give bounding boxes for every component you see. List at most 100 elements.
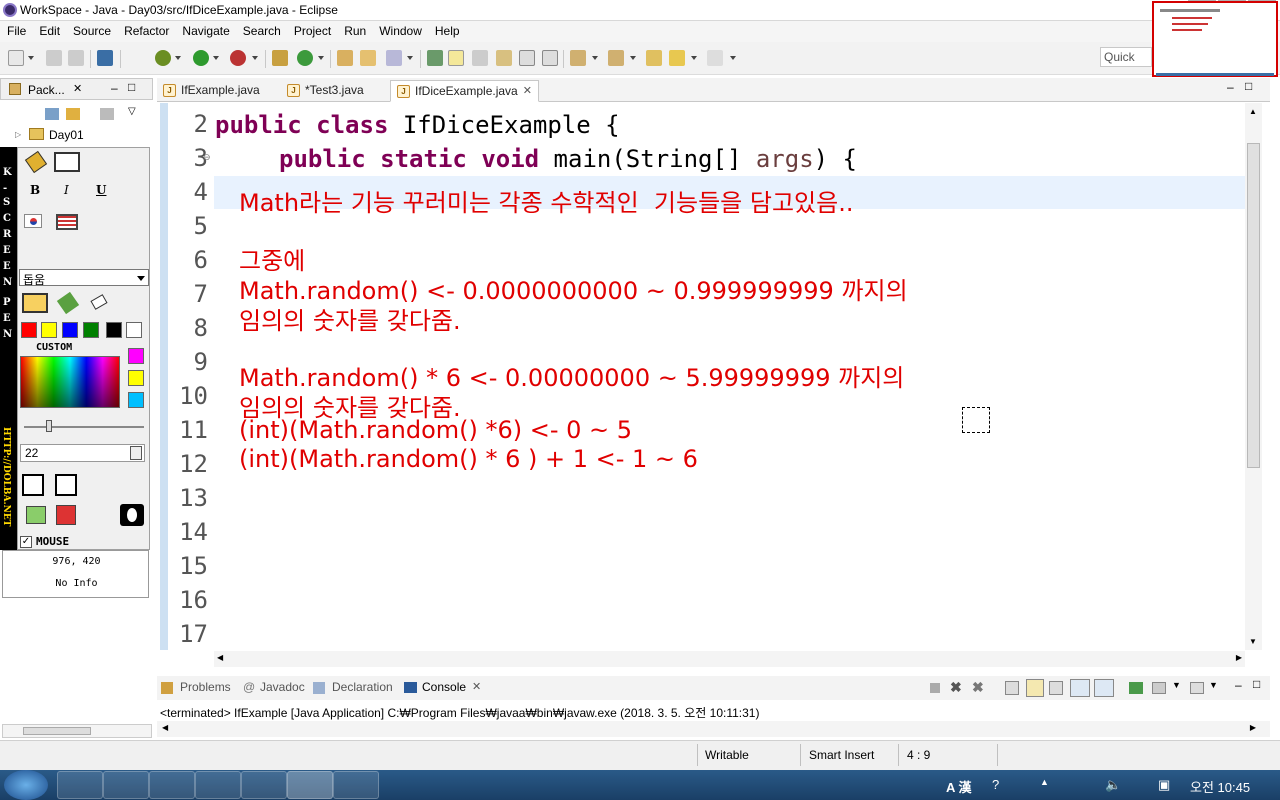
- back-arrow-icon[interactable]: [669, 50, 685, 66]
- next-annotation-icon[interactable]: [570, 50, 586, 66]
- chevron-down-icon[interactable]: [691, 56, 697, 60]
- collapse-all-icon[interactable]: [45, 108, 59, 120]
- stepper-icon[interactable]: [130, 446, 142, 460]
- editor-minimize-icon[interactable]: –: [1227, 80, 1234, 94]
- ime-indicator[interactable]: A 漢: [946, 777, 972, 796]
- editor-vscroll-thumb[interactable]: [1247, 143, 1260, 468]
- custom-magenta-swatch[interactable]: [128, 348, 144, 364]
- color-green-swatch[interactable]: [83, 322, 99, 338]
- chevron-down-icon[interactable]: ▼: [1209, 680, 1218, 690]
- tab-close-icon[interactable]: ✕: [523, 84, 532, 97]
- block-selection-icon[interactable]: [496, 50, 512, 66]
- color-black-swatch[interactable]: [106, 322, 122, 338]
- help-icon[interactable]: ?: [992, 777, 999, 792]
- tab-close-icon[interactable]: ✕: [472, 680, 481, 693]
- size-slider-thumb[interactable]: [46, 420, 52, 432]
- menu-navigate[interactable]: Navigate: [175, 21, 235, 38]
- kspen-taskbar-icon[interactable]: [241, 771, 287, 799]
- code-editor[interactable]: 2 3 4 5 6 7 8 9 10 11 12 13 14 15 16 17 …: [157, 103, 1270, 668]
- fold-collapse-icon[interactable]: ⊖: [203, 152, 211, 163]
- run-icon[interactable]: [193, 50, 209, 66]
- mark-occurrences-icon[interactable]: [472, 50, 488, 66]
- terminate-icon[interactable]: [930, 683, 940, 693]
- tab-console[interactable]: Console: [422, 680, 466, 694]
- toggle-screen-icon[interactable]: [120, 504, 144, 526]
- powerpoint-icon[interactable]: [333, 771, 379, 799]
- tab-ifexample[interactable]: J IfExample.java: [157, 80, 279, 102]
- help-select[interactable]: 돕움: [19, 269, 149, 287]
- open-folder-icon[interactable]: [360, 50, 376, 66]
- scroll-right-icon[interactable]: ▶: [1236, 653, 1242, 662]
- view-menu-icon[interactable]: ▽: [128, 106, 136, 117]
- terminal-icon[interactable]: [97, 50, 113, 66]
- chevron-down-icon[interactable]: [28, 56, 34, 60]
- speaker-icon[interactable]: 🔈: [1105, 777, 1121, 793]
- color-blue-swatch[interactable]: [62, 322, 78, 338]
- menu-window[interactable]: Window: [372, 21, 428, 38]
- prev-annotation-icon[interactable]: [608, 50, 624, 66]
- highlight-icon[interactable]: [448, 50, 464, 66]
- word-wrap-icon[interactable]: [519, 50, 535, 66]
- eclipse-taskbar-icon[interactable]: [287, 771, 333, 799]
- annotation-icon[interactable]: [427, 50, 443, 66]
- menu-source[interactable]: Source: [66, 21, 117, 38]
- underline-button[interactable]: U: [96, 183, 106, 197]
- editor-maximize-icon[interactable]: □: [1245, 79, 1252, 93]
- menu-refactor[interactable]: Refactor: [117, 21, 175, 38]
- scroll-down-icon[interactable]: ▼: [1249, 637, 1257, 646]
- size-input[interactable]: 22: [20, 444, 145, 462]
- start-button[interactable]: [4, 770, 48, 800]
- chevron-down-icon[interactable]: [175, 56, 181, 60]
- tab-javadoc[interactable]: Javadoc: [260, 680, 305, 694]
- color-picker[interactable]: [20, 356, 120, 408]
- view-maximize-icon[interactable]: □: [1253, 677, 1260, 691]
- view-close-icon[interactable]: ✕: [73, 82, 82, 95]
- display-console-icon[interactable]: [1152, 682, 1166, 694]
- left-hscroll-thumb[interactable]: [23, 727, 91, 735]
- word-wrap-icon[interactable]: [1049, 681, 1063, 695]
- console-hscroll[interactable]: ◀ ▶: [157, 721, 1270, 737]
- view-minimize-icon[interactable]: –: [111, 81, 118, 95]
- pen-icon[interactable]: [24, 150, 48, 174]
- korean-flag-icon[interactable]: [24, 214, 42, 228]
- color-yellow-swatch[interactable]: [41, 322, 57, 338]
- last-edit-icon[interactable]: [646, 50, 662, 66]
- chevron-down-icon[interactable]: [252, 56, 258, 60]
- editor-vscroll[interactable]: ▲ ▼: [1245, 103, 1262, 650]
- show-stdout-icon[interactable]: [1070, 679, 1090, 697]
- mouse-checkbox[interactable]: ✓: [20, 536, 32, 548]
- new-package-icon[interactable]: [272, 50, 288, 66]
- quick-access-input[interactable]: Quick Ac: [1100, 47, 1152, 67]
- us-flag-icon[interactable]: [56, 214, 78, 230]
- save-as-icon[interactable]: [55, 474, 77, 496]
- save-icon[interactable]: [46, 50, 62, 66]
- chevron-down-icon[interactable]: [730, 56, 736, 60]
- save-icon[interactable]: [22, 474, 44, 496]
- clock[interactable]: 오전 10:45: [1190, 777, 1250, 796]
- menu-search[interactable]: Search: [236, 21, 287, 38]
- chevron-down-icon[interactable]: [592, 56, 598, 60]
- open-console-icon[interactable]: [1190, 682, 1204, 694]
- exit-icon[interactable]: [56, 505, 76, 525]
- scroll-right-icon[interactable]: ▶: [1250, 723, 1256, 732]
- scroll-lock-icon[interactable]: [1026, 679, 1044, 697]
- color-white-swatch[interactable]: [126, 322, 142, 338]
- clear-console-icon[interactable]: [1005, 681, 1019, 695]
- highlighter-icon[interactable]: [56, 291, 80, 315]
- remove-all-icon[interactable]: ✖: [972, 679, 984, 696]
- menu-help[interactable]: Help: [428, 21, 466, 38]
- menu-run[interactable]: Run: [337, 21, 372, 38]
- search-icon[interactable]: [386, 50, 402, 66]
- ie-icon[interactable]: [57, 771, 103, 799]
- marker-icon[interactable]: [54, 152, 80, 172]
- chrome-icon[interactable]: [195, 771, 241, 799]
- forward-arrow-icon[interactable]: [707, 50, 723, 66]
- tab-problems[interactable]: Problems: [180, 680, 231, 694]
- tab-declaration[interactable]: Declaration: [332, 680, 393, 694]
- save-all-icon[interactable]: [68, 50, 84, 66]
- network-icon[interactable]: ▣: [1158, 777, 1170, 793]
- pen-tool-button[interactable]: [22, 293, 48, 313]
- tree-expand-icon[interactable]: ▷: [15, 130, 21, 139]
- chevron-down-icon[interactable]: ▼: [1172, 680, 1181, 690]
- explorer-icon[interactable]: [103, 771, 149, 799]
